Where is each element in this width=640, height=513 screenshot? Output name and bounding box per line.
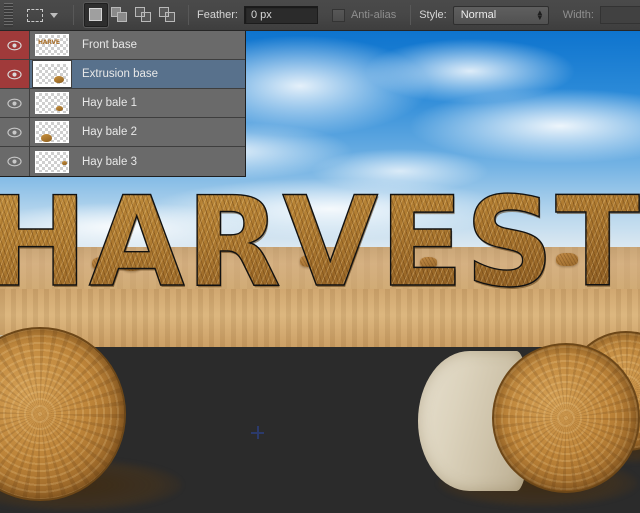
two-squares-union-icon[interactable] (108, 3, 132, 27)
layer-name-label: Hay bale 2 (82, 126, 137, 138)
extrusion-thumbnail (35, 63, 69, 85)
hay-bale-3-thumbnail (35, 150, 69, 173)
options-bar: Feather: 0 px Anti-alias Style: Normal ▲… (0, 0, 640, 31)
style-label: Style: (419, 9, 447, 21)
feather-input[interactable]: 0 px (243, 6, 318, 24)
style-select[interactable]: Normal ▲ ▼ (452, 5, 549, 25)
eye-icon (7, 156, 22, 167)
eye-icon (7, 127, 22, 137)
layer-visibility-toggle[interactable] (0, 118, 30, 146)
layer-row-extrusion-base[interactable]: Extrusion base (0, 60, 245, 89)
divider (73, 5, 74, 25)
hay-bale-1-thumbnail (35, 92, 69, 114)
layer-visibility-toggle[interactable] (0, 147, 30, 176)
single-square-icon[interactable] (84, 3, 108, 27)
layer-row-hay-bale-2[interactable]: Hay bale 2 (0, 118, 245, 147)
style-select-value: Normal (460, 9, 497, 21)
layer-visibility-toggle[interactable] (0, 60, 30, 88)
anti-alias-checkbox[interactable] (331, 8, 345, 22)
layer-row-hay-bale-3[interactable]: Hay bale 3 (0, 147, 245, 176)
thumbnail-text: HARVE (38, 39, 60, 46)
thumbnail-bale-shape (62, 160, 67, 165)
width-input[interactable] (599, 6, 640, 24)
eye-icon (7, 98, 22, 108)
thumbnail-bale-shape (56, 106, 63, 111)
photoshop-window: HARVEST HARVEST HARVEST (0, 0, 640, 513)
two-squares-intersect-icon[interactable] (156, 3, 180, 27)
layer-row-front-base[interactable]: HARVE Front base (0, 31, 245, 60)
layer-thumbnail-cell[interactable] (30, 89, 74, 117)
toolbar-drag-handle[interactable] (4, 3, 13, 27)
harvest-text-thumbnail: HARVE (35, 34, 69, 56)
eye-icon (7, 69, 22, 79)
layer-name-label: Extrusion base (82, 68, 159, 80)
width-label: Width: (562, 9, 594, 21)
layer-thumbnail-cell[interactable] (30, 147, 74, 176)
selection-mode-group (84, 3, 180, 27)
layer-name-label: Front base (82, 39, 137, 51)
chevron-down-icon[interactable] (50, 12, 58, 18)
hay-bale-right (418, 343, 640, 507)
spinner-arrows-icon[interactable]: ▲ ▼ (536, 9, 544, 22)
two-squares-subtract-icon[interactable] (132, 3, 156, 27)
eye-icon (7, 40, 22, 50)
anti-alias-label: Anti-alias (350, 9, 397, 21)
harvest-headline-text: HARVEST (0, 181, 640, 306)
divider (410, 5, 412, 25)
layer-visibility-toggle[interactable] (0, 89, 30, 117)
feather-label: Feather: (197, 9, 238, 21)
thumbnail-bale-shape (41, 134, 52, 142)
layer-thumbnail-cell[interactable]: HARVE (30, 31, 74, 59)
layers-panel: HARVE Front base Extrusion base Hay bale… (0, 31, 246, 177)
marquee-dashed-rectangle-icon[interactable] (22, 3, 48, 27)
divider (188, 5, 189, 25)
hay-bale-left (0, 327, 182, 511)
layer-row-hay-bale-1[interactable]: Hay bale 1 (0, 89, 245, 118)
thumbnail-bale-shape (54, 76, 64, 83)
hay-bale-2-thumbnail (35, 121, 69, 143)
layer-thumbnail-cell[interactable] (30, 118, 74, 146)
layer-name-label: Hay bale 3 (82, 155, 137, 168)
layer-thumbnail-cell[interactable] (30, 60, 74, 88)
layer-visibility-toggle[interactable] (0, 31, 30, 59)
layer-name-label: Hay bale 1 (82, 97, 137, 109)
